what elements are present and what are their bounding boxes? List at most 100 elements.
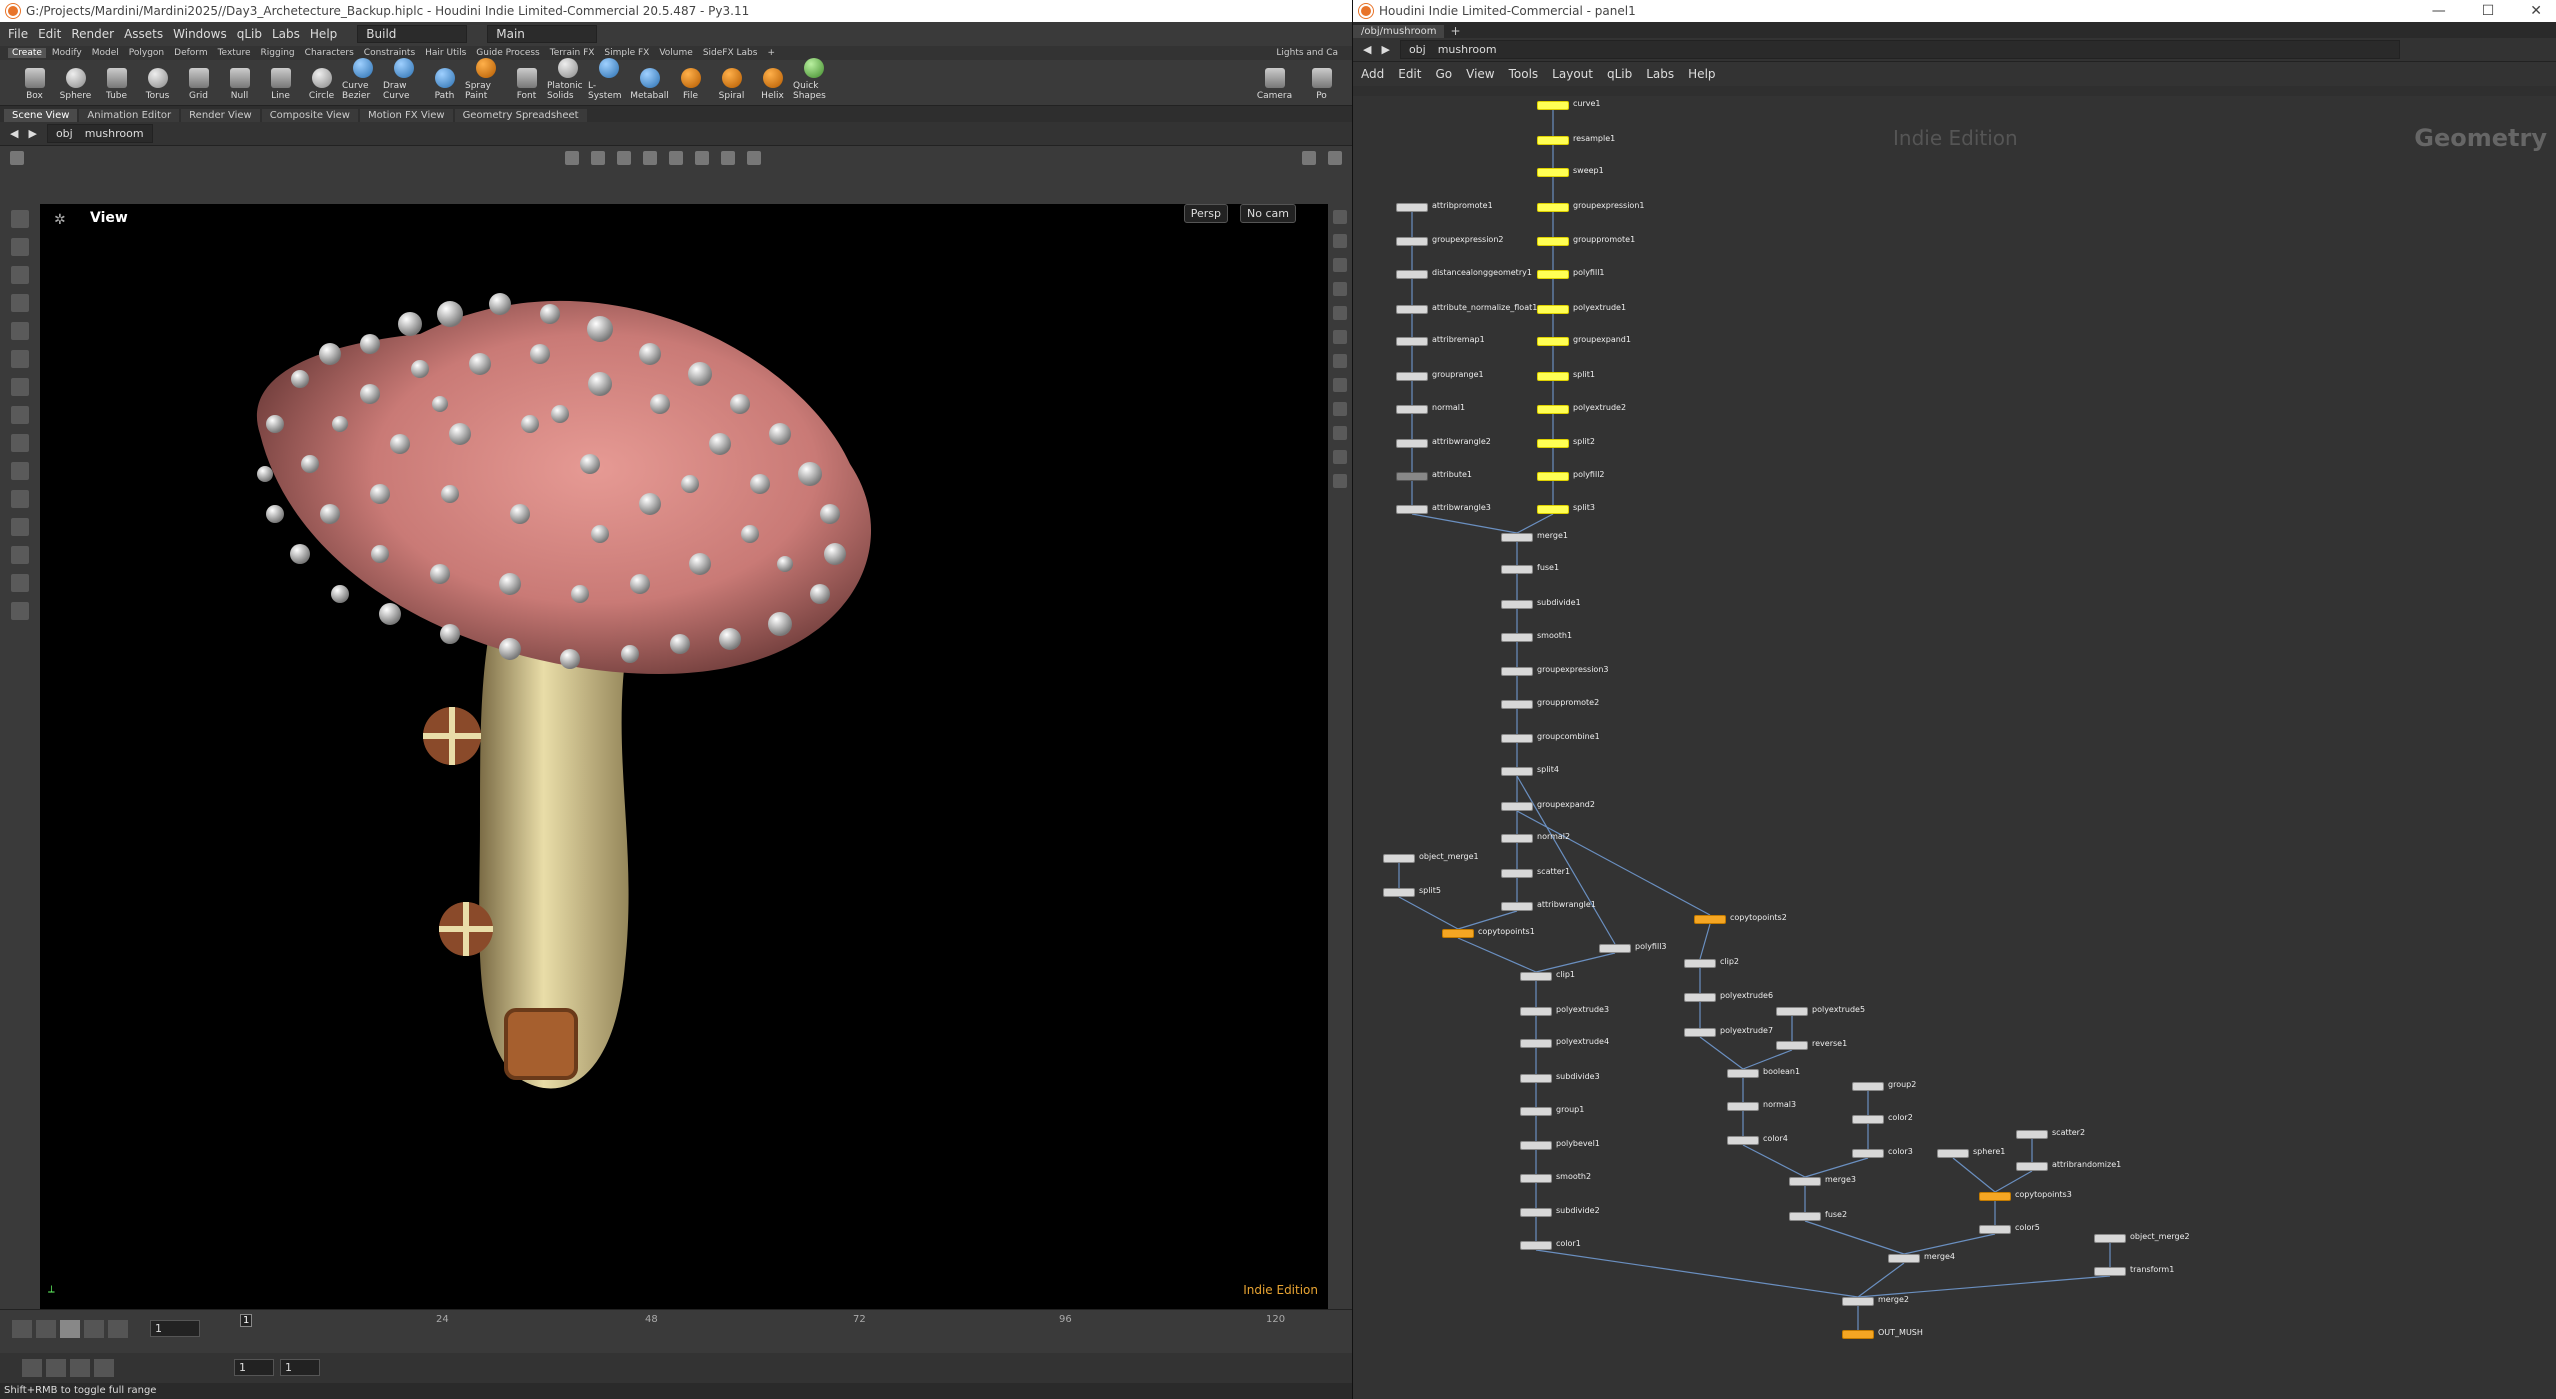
transform-icon[interactable]: [11, 434, 29, 452]
node-tile[interactable]: [1396, 472, 1428, 481]
network-menu-7[interactable]: Labs: [1646, 67, 1674, 81]
node-tile[interactable]: [1937, 1149, 1969, 1158]
network-graph[interactable]: Indie Edition Geometry curve1 resample1 sw…: [1353, 96, 2556, 1399]
zoom-icon[interactable]: [11, 574, 29, 592]
node-tile[interactable]: [1727, 1102, 1759, 1111]
pose-icon[interactable]: [11, 462, 29, 480]
pane-tab-3[interactable]: Composite View: [261, 109, 358, 122]
forward-icon[interactable]: ▶: [1381, 43, 1389, 56]
tool-12[interactable]: Font: [506, 68, 547, 101]
node-tile[interactable]: [1979, 1192, 2011, 1201]
node-tile[interactable]: [1501, 834, 1533, 843]
node-tile[interactable]: [1537, 372, 1569, 381]
path-field[interactable]: obj mushroom: [46, 124, 153, 143]
paint-icon[interactable]: [11, 266, 29, 284]
network-menu-8[interactable]: Help: [1688, 67, 1715, 81]
node-tile[interactable]: [1599, 944, 1631, 953]
node-tile[interactable]: [1537, 305, 1569, 314]
node-tile[interactable]: [1852, 1149, 1884, 1158]
start-frame-field[interactable]: 1: [234, 1359, 274, 1376]
network-menu-1[interactable]: Edit: [1398, 67, 1421, 81]
node-tile[interactable]: [1396, 237, 1428, 246]
tool-5[interactable]: Null: [219, 68, 260, 101]
template-icon[interactable]: [1333, 402, 1347, 416]
node-tile[interactable]: [2016, 1162, 2048, 1171]
key-icon[interactable]: [46, 1359, 66, 1377]
stop-icon[interactable]: [60, 1320, 80, 1338]
node-tile[interactable]: [2016, 1130, 2048, 1139]
node-tile[interactable]: [1520, 972, 1552, 981]
tool-19[interactable]: Quick Shapes: [793, 58, 834, 101]
point-icon[interactable]: [1333, 330, 1347, 344]
view-icon[interactable]: [11, 490, 29, 508]
render-icon[interactable]: [11, 602, 29, 620]
brush-icon[interactable]: [11, 238, 29, 256]
node-tile[interactable]: [1501, 633, 1533, 642]
shelf-tab-3[interactable]: Polygon: [125, 48, 168, 58]
shelf-tab-7[interactable]: Characters: [301, 48, 358, 58]
node-tile[interactable]: [1537, 337, 1569, 346]
node-tile[interactable]: [2094, 1234, 2126, 1243]
ghost-icon[interactable]: [1333, 426, 1347, 440]
node-tile[interactable]: [1537, 270, 1569, 279]
tool-15[interactable]: Metaball: [629, 68, 670, 101]
node-tile[interactable]: [1501, 767, 1533, 776]
tool-3[interactable]: Torus: [137, 68, 178, 101]
jump-end-icon[interactable]: [108, 1320, 128, 1338]
node-tile[interactable]: [1852, 1115, 1884, 1124]
network-menu-0[interactable]: Add: [1361, 67, 1384, 81]
path-obj[interactable]: obj: [1409, 43, 1426, 56]
handle-icon[interactable]: [11, 210, 29, 228]
network-menu-6[interactable]: qLib: [1607, 67, 1632, 81]
node-tile[interactable]: [1537, 505, 1569, 514]
shelf-tab-4[interactable]: Deform: [170, 48, 211, 58]
pane-tab-1[interactable]: Animation Editor: [79, 109, 180, 122]
node-tile[interactable]: [1537, 439, 1569, 448]
help-icon[interactable]: [1328, 151, 1342, 165]
network-menu-3[interactable]: View: [1466, 67, 1494, 81]
forward-icon[interactable]: ▶: [28, 127, 36, 140]
node-tile[interactable]: [1383, 854, 1415, 863]
menu-qlib[interactable]: qLib: [237, 27, 262, 41]
pane-tab-4[interactable]: Motion FX View: [359, 109, 453, 122]
node-tile[interactable]: [1694, 915, 1726, 924]
shelf-tab-0[interactable]: Create: [8, 48, 46, 58]
node-tile[interactable]: [1520, 1074, 1552, 1083]
node-tile[interactable]: [1537, 101, 1569, 110]
minimize-icon[interactable]: —: [2432, 3, 2446, 19]
network-menu-4[interactable]: Tools: [1509, 67, 1539, 81]
tool-11[interactable]: Spray Paint: [465, 58, 506, 101]
end-frame-field[interactable]: 1: [280, 1359, 320, 1376]
pane-tab-0[interactable]: Scene View: [4, 109, 78, 122]
display-icon[interactable]: [669, 151, 683, 165]
path-obj[interactable]: obj: [56, 127, 73, 140]
node-tile[interactable]: [1776, 1007, 1808, 1016]
shelf-tab-add-icon[interactable]: +: [763, 48, 779, 58]
node-tile[interactable]: [1537, 237, 1569, 246]
desktop-select[interactable]: Build: [357, 25, 468, 43]
node-tile[interactable]: [1684, 993, 1716, 1002]
tab-obj-mushroom[interactable]: /obj/mushroom: [1353, 25, 1445, 38]
menu-file[interactable]: File: [8, 27, 28, 41]
node-tile[interactable]: [1520, 1241, 1552, 1250]
tool-17[interactable]: Spiral: [711, 68, 752, 101]
node-tile[interactable]: [1396, 270, 1428, 279]
normal-icon[interactable]: [1333, 354, 1347, 368]
shelf-tab-2[interactable]: Model: [88, 48, 123, 58]
tool-6[interactable]: Line: [260, 68, 301, 101]
menu-render[interactable]: Render: [71, 27, 114, 41]
node-tile[interactable]: [1396, 203, 1428, 212]
node-tile[interactable]: [1684, 959, 1716, 968]
menu-labs[interactable]: Labs: [272, 27, 300, 41]
tool-13[interactable]: Platonic Solids: [547, 58, 588, 101]
node-tile[interactable]: [1537, 136, 1569, 145]
node-tile[interactable]: [1520, 1174, 1552, 1183]
node-tile[interactable]: [1396, 439, 1428, 448]
node-tile[interactable]: [1852, 1082, 1884, 1091]
node-tile[interactable]: [1537, 472, 1569, 481]
jump-start-icon[interactable]: [12, 1320, 32, 1338]
node-tile[interactable]: [1396, 405, 1428, 414]
grid-menu-icon[interactable]: [10, 151, 24, 165]
network-menu-5[interactable]: Layout: [1552, 67, 1593, 81]
shelf-tab-12[interactable]: Simple FX: [600, 48, 653, 58]
